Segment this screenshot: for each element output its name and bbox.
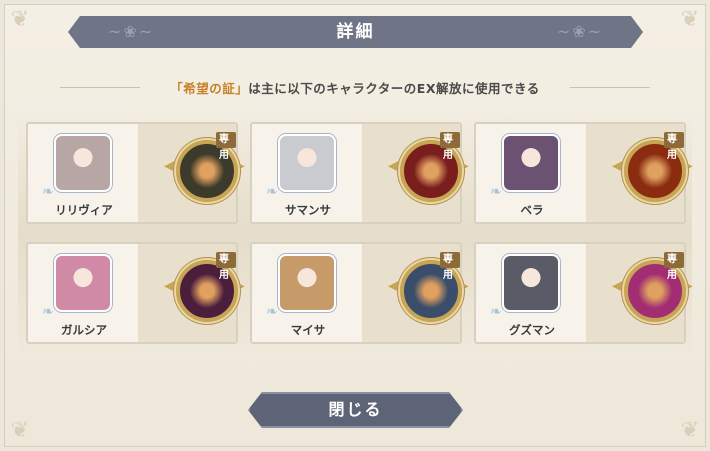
exclusive-badge: 専用 [664, 132, 684, 161]
portrait-ornament-icon: ❧ [490, 304, 502, 320]
corner-ornament: ❦ [10, 418, 30, 443]
medal-wing-icon: ◀ [388, 158, 399, 174]
medal-wing-icon: ◀ [612, 158, 623, 174]
portrait-ornament-icon: ❧ [266, 304, 278, 320]
character-name: ガルシア [61, 323, 107, 337]
corner-ornament: ❦ [10, 7, 30, 32]
subtitle-text: は主に以下のキャラクターのEX解放に使用できる [248, 81, 540, 96]
portrait-ornament-icon: ❧ [266, 184, 278, 200]
character-portrait [502, 134, 560, 192]
medal-wing-icon: ◀ [164, 278, 175, 294]
character-portrait [502, 254, 560, 312]
corner-ornament: ❦ [680, 7, 700, 32]
close-button[interactable]: 閉じる [248, 392, 463, 428]
exclusive-badge: 専用 [664, 252, 684, 281]
close-button-label: 閉じる [328, 400, 383, 419]
item-name-highlight: 「希望の証」 [170, 81, 249, 96]
character-card[interactable]: ❧ グズマン ◀ ▶ 専用 [474, 242, 693, 344]
character-name: リリヴィア [55, 203, 113, 217]
corner-ornament: ❦ [680, 418, 700, 443]
medal-wing-icon: ◀ [612, 278, 623, 294]
character-portrait [278, 254, 336, 312]
character-name: マイサ [290, 323, 326, 337]
character-name: ベラ [520, 203, 544, 217]
character-card[interactable]: ❧ ガルシア ◀ ▶ 専用 [26, 242, 245, 344]
portrait-ornament-icon: ❧ [42, 184, 54, 200]
exclusive-badge: 専用 [216, 132, 236, 161]
character-portrait [278, 134, 336, 192]
character-card[interactable]: ❧ マイサ ◀ ▶ 専用 [250, 242, 469, 344]
character-name: グズマン [509, 323, 555, 337]
exclusive-badge: 専用 [440, 252, 460, 281]
character-portrait [54, 254, 112, 312]
portrait-ornament-icon: ❧ [42, 304, 54, 320]
portrait-ornament-icon: ❧ [490, 184, 502, 200]
medal-wing-icon: ◀ [164, 158, 175, 174]
exclusive-badge: 専用 [440, 132, 460, 161]
character-card[interactable]: ❧ ベラ ◀ ▶ 専用 [474, 122, 693, 224]
character-card[interactable]: ❧ サマンサ ◀ ▶ 専用 [250, 122, 469, 224]
exclusive-badge: 専用 [216, 252, 236, 281]
medal-wing-icon: ◀ [388, 278, 399, 294]
character-name: サマンサ [285, 203, 331, 217]
character-portrait [54, 134, 112, 192]
character-card[interactable]: ❧ リリヴィア ◀ ▶ 専用 [26, 122, 245, 224]
title-bar: ~❀~ ~❀~ 詳細 [68, 16, 643, 48]
subtitle: 「希望の証」は主に以下のキャラクターのEX解放に使用できる [0, 78, 710, 97]
dialog-title: 詳細 [336, 22, 375, 42]
